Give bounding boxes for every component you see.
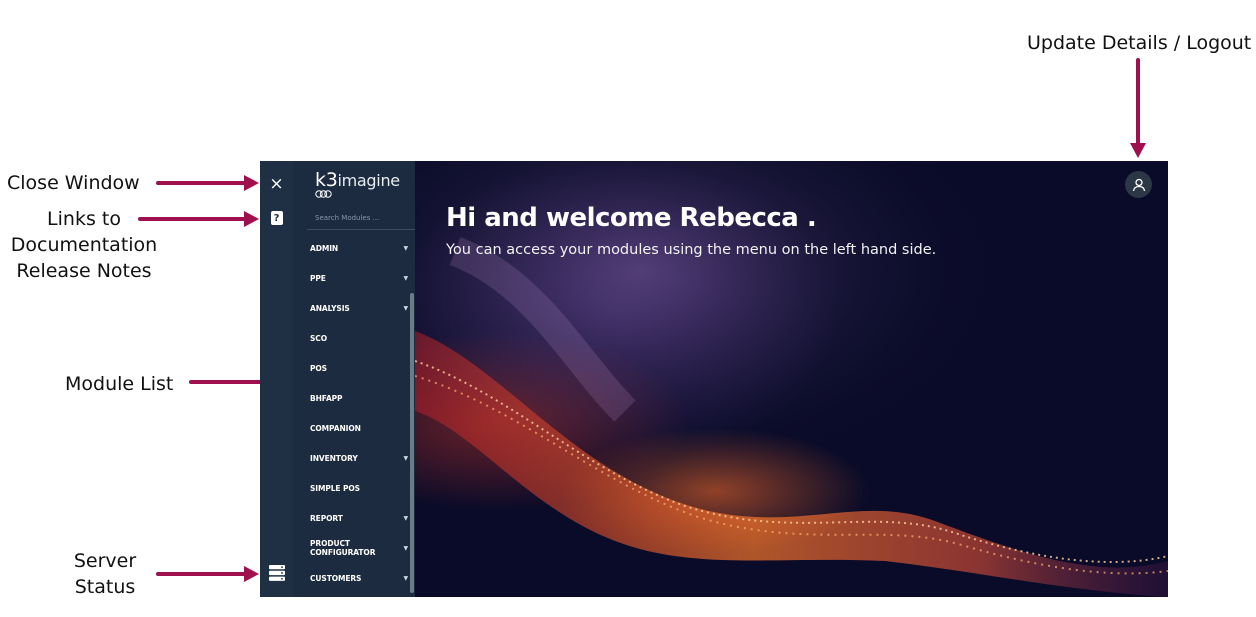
server-icon — [268, 565, 285, 581]
module-menu: k3imagine ADMIN ▼ PPE ▼ ANALYSIS ▼ SCO POS BHFAP… — [293, 161, 419, 597]
arrowhead-server-status — [244, 566, 259, 582]
module-item-label: POS — [310, 363, 327, 373]
annotation-module-list: Module List — [65, 373, 174, 395]
close-window-button[interactable]: × — [260, 173, 293, 195]
module-item-label: ANALYSIS — [310, 303, 350, 313]
module-item[interactable]: ADMIN ▼ — [293, 233, 415, 263]
annotation-links-line3: Release Notes — [16, 260, 152, 282]
chevron-down-icon: ▼ — [403, 455, 408, 462]
chevron-down-icon: ▼ — [403, 305, 408, 312]
arrowhead-update-details — [1130, 143, 1146, 158]
annotation-links-line2: Documentation — [10, 234, 158, 256]
arrowhead-close-window — [244, 175, 259, 191]
module-item-label: INVENTORY — [310, 453, 358, 463]
chevron-down-icon: ▼ — [403, 545, 408, 552]
module-list: ADMIN ▼ PPE ▼ ANALYSIS ▼ SCO POS BHFAPP COMPANION… — [293, 233, 415, 593]
welcome-subtitle: You can access your modules using the me… — [446, 242, 937, 258]
module-item[interactable]: REPORT ▼ — [293, 503, 415, 533]
module-item[interactable]: PRODUCT CONFIGURATOR ▼ — [293, 533, 415, 563]
module-item[interactable]: CUSTOMERS ▼ — [293, 563, 415, 593]
logo-rings-icon — [315, 190, 332, 198]
module-item-label: REPORT — [310, 513, 343, 523]
module-list-scrollbar[interactable] — [410, 293, 414, 593]
module-item-label: SIMPLE POS — [310, 483, 360, 493]
chevron-down-icon: ▼ — [403, 515, 408, 522]
module-item[interactable]: ANALYSIS ▼ — [293, 293, 415, 323]
annotation-server-line2: Status — [74, 576, 136, 598]
annotation-links: Links to Documentation Release Notes — [8, 206, 160, 284]
chevron-down-icon: ▼ — [403, 275, 408, 282]
module-item-label: PRODUCT CONFIGURATOR — [310, 539, 376, 557]
module-item-label: ADMIN — [310, 243, 339, 253]
user-account-button[interactable] — [1125, 171, 1152, 198]
annotation-close-window: Close Window — [7, 172, 140, 194]
module-search-input[interactable] — [307, 209, 419, 230]
documentation-links-button[interactable]: ? — [260, 208, 293, 228]
logo-imagine: imagine — [337, 171, 401, 190]
annotation-update-details: Update Details / Logout — [1027, 32, 1252, 54]
module-item[interactable]: PPE ▼ — [293, 263, 415, 293]
arrowhead-links — [244, 211, 259, 227]
k3-imagine-logo: k3imagine — [315, 169, 415, 211]
module-item-label: COMPANION — [310, 423, 361, 433]
chevron-down-icon: ▼ — [403, 575, 408, 582]
user-icon — [1132, 178, 1145, 191]
annotation-server-line1: Server — [73, 550, 137, 572]
server-status-button[interactable] — [260, 562, 293, 584]
module-item[interactable]: SCO — [293, 323, 415, 353]
annotation-server-status: Server Status — [60, 548, 150, 600]
module-item-label: BHFAPP — [310, 393, 343, 403]
welcome-title: Hi and welcome Rebecca . — [446, 203, 817, 233]
icon-rail: × ? — [260, 161, 293, 597]
help-icon: ? — [270, 211, 283, 225]
module-item-label: CUSTOMERS — [310, 573, 362, 583]
module-item[interactable]: INVENTORY ▼ — [293, 443, 415, 473]
app-window: × ? k3imagine ADMIN ▼ PPE ▼ ANALYSIS ▼ — [260, 161, 1168, 597]
module-item[interactable]: BHFAPP — [293, 383, 415, 413]
welcome-hero: Hi and welcome Rebecca . You can access … — [415, 161, 1168, 597]
logo-k3: k3 — [315, 169, 338, 191]
module-item-label: SCO — [310, 333, 327, 343]
module-item[interactable]: SIMPLE POS — [293, 473, 415, 503]
module-item[interactable]: POS — [293, 353, 415, 383]
chevron-down-icon: ▼ — [403, 245, 408, 252]
annotation-links-line1: Links to — [47, 208, 121, 230]
module-item-label: PPE — [310, 273, 326, 283]
module-item[interactable]: COMPANION — [293, 413, 415, 443]
